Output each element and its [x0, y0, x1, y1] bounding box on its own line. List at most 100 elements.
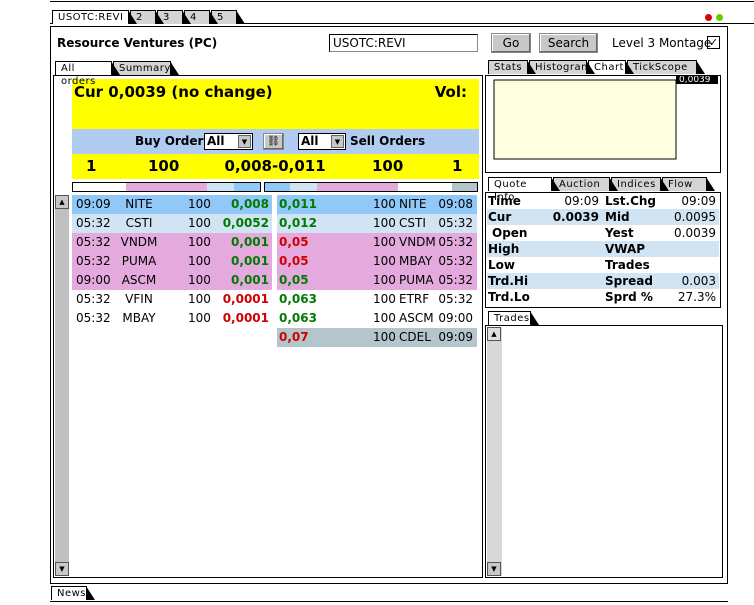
buy-order-row[interactable]: 05:32 VNDM 100 0,001 — [72, 233, 272, 252]
order-size: 100 — [188, 254, 211, 268]
tab-quote-2[interactable]: Indices — [611, 177, 669, 191]
sell-order-row[interactable]: 0,05 100 PUMA 05:32 — [277, 271, 477, 290]
order-time: 05:32 — [438, 235, 473, 249]
scroll-down-icon[interactable]: ▼ — [55, 562, 69, 576]
order-time: 05:32 — [76, 254, 111, 268]
order-mm: NITE — [399, 197, 427, 211]
buy-order-row[interactable]: 05:32 MBAY 100 0,0001 — [72, 309, 272, 328]
quote-label: Low — [488, 258, 515, 272]
quote-row: Open Yest 0.0039 — [487, 225, 719, 241]
buy-filter-value: All — [207, 134, 225, 148]
buy-order-row[interactable]: 05:32 PUMA 100 0,001 — [72, 252, 272, 271]
sell-filter-select[interactable]: All ▼ — [298, 133, 346, 150]
order-price: 0,0001 — [222, 311, 269, 325]
maximize-dot-icon[interactable] — [716, 14, 723, 21]
quote-label: Mid — [605, 210, 630, 224]
order-mm: MBAY — [122, 311, 156, 325]
tab-right-1[interactable]: Histogram — [529, 60, 595, 74]
scroll-down-icon[interactable]: ▼ — [487, 562, 501, 576]
order-time: 09:08 — [438, 197, 473, 211]
quote-label: Trades — [605, 258, 650, 272]
order-size: 100 — [188, 311, 211, 325]
trades-scrollbar[interactable]: ▲ ▼ — [487, 327, 502, 576]
order-price: 0,05 — [279, 235, 309, 249]
order-mm: MBAY — [399, 254, 433, 268]
best-bid: 0,008 — [224, 157, 272, 175]
best-quote-bar: 1 100 0,008 -0,011 100 1 — [72, 154, 479, 179]
close-dot-icon[interactable] — [705, 14, 712, 21]
order-mm: VFIN — [125, 292, 153, 306]
tab-trades[interactable]: Trades — [488, 311, 539, 325]
montage-label: Level 3 Montage — [612, 36, 712, 50]
chevron-down-icon: ▼ — [238, 135, 251, 148]
order-size: 100 — [373, 216, 396, 230]
sell-order-row[interactable]: 0,012 100 CSTI 05:32 — [277, 214, 477, 233]
quote-value: 0.0039 — [674, 226, 716, 240]
sell-order-row[interactable]: 0,05 100 MBAY 05:32 — [277, 252, 477, 271]
chart-panel: 1130133015300,00480,00460,00440,00420,00… — [9, 7, 721, 173]
order-time: 09:09 — [76, 197, 111, 211]
sell-filter-value: All — [301, 134, 319, 148]
plot-area — [493, 79, 677, 160]
search-button[interactable]: Search — [539, 33, 598, 53]
tab-window-0[interactable]: USOTC:REVI — [52, 10, 137, 24]
order-mm: ASCM — [399, 311, 434, 325]
tab-right-3[interactable]: TickScope — [627, 60, 705, 74]
order-price: 0,0001 — [222, 292, 269, 306]
sell-order-row[interactable]: 0,07 100 CDEL 09:09 — [277, 328, 477, 347]
best-ask: -0,011 — [272, 157, 326, 175]
quote-info-table: Time09:09Lst.Chg09:09Cur0.0039Mid0.0095O… — [485, 192, 721, 308]
order-price: 0,011 — [279, 197, 317, 211]
sell-order-row[interactable]: 0,05 100 VNDM 05:32 — [277, 233, 477, 252]
quote-row: Trd.Hi Spread 0.003 — [487, 273, 719, 289]
scroll-up-icon[interactable]: ▲ — [487, 327, 501, 341]
tab-right-0[interactable]: Stats — [488, 60, 536, 74]
order-price: 0,0052 — [222, 216, 269, 230]
tab-news[interactable]: News — [51, 586, 95, 600]
order-size: 100 — [373, 273, 396, 287]
order-size: 100 — [188, 197, 211, 211]
page-title: Resource Ventures (PC) — [57, 36, 218, 50]
current-price: Cur 0,0039 (no change) — [74, 83, 273, 101]
order-time: 05:32 — [76, 292, 111, 306]
buy-filter-select[interactable]: All ▼ — [204, 133, 253, 150]
tab-quote-0[interactable]: Quote Info — [488, 177, 560, 203]
scroll-up-icon[interactable]: ▲ — [55, 195, 69, 209]
buy-order-row[interactable]: 05:32 VFIN 100 0,0001 — [72, 290, 272, 309]
quote-label: Spread — [605, 274, 653, 288]
order-price: 0,05 — [279, 254, 309, 268]
tab-quote-1[interactable]: Auction — [553, 177, 618, 191]
quote-label: VWAP — [605, 242, 646, 256]
order-time: 05:32 — [76, 235, 111, 249]
order-size: 100 — [373, 235, 396, 249]
buy-order-row[interactable]: 05:32 CSTI 100 0,0052 — [72, 214, 272, 233]
quote-value: 27.3% — [677, 290, 716, 304]
order-mm: NITE — [125, 197, 153, 211]
current-price-label: 0,0039 — [679, 76, 711, 85]
order-time: 09:00 — [438, 311, 473, 325]
orders-scrollbar[interactable]: ▲ ▼ — [55, 195, 69, 576]
order-time: 09:00 — [76, 273, 111, 287]
order-time: 05:32 — [438, 273, 473, 287]
buy-order-row[interactable]: 09:00 ASCM 100 0,001 — [72, 271, 272, 290]
order-price: 0,001 — [231, 235, 269, 249]
tab-orders-0[interactable]: All orders — [55, 61, 120, 87]
sell-depth-bar — [264, 182, 478, 192]
order-price: 0,07 — [279, 330, 309, 344]
quote-value: 0.003 — [681, 274, 716, 288]
order-price: 0,063 — [279, 311, 317, 325]
buy-order-row[interactable]: 09:09 NITE 100 0,008 — [72, 195, 272, 214]
sell-order-row[interactable]: 0,063 100 ASCM 09:00 — [277, 309, 477, 328]
tab-orders-1[interactable]: Summary — [113, 61, 179, 75]
montage-checkbox[interactable]: ✓ — [707, 36, 720, 49]
quote-label: Trd.Lo — [488, 290, 530, 304]
link-icon[interactable]: ⛓ — [263, 133, 284, 150]
symbol-input[interactable] — [329, 34, 478, 52]
order-price: 0,063 — [279, 292, 317, 306]
go-button[interactable]: Go — [491, 33, 531, 53]
sell-order-row[interactable]: 0,011 100 NITE 09:08 — [277, 195, 477, 214]
buy-depth-bar — [72, 182, 261, 192]
sell-order-row[interactable]: 0,063 100 ETRF 05:32 — [277, 290, 477, 309]
order-price: 0,008 — [231, 197, 269, 211]
filter-bar: Buy Orders All ▼ ⛓ All ▼ Sell Orders — [72, 129, 479, 154]
